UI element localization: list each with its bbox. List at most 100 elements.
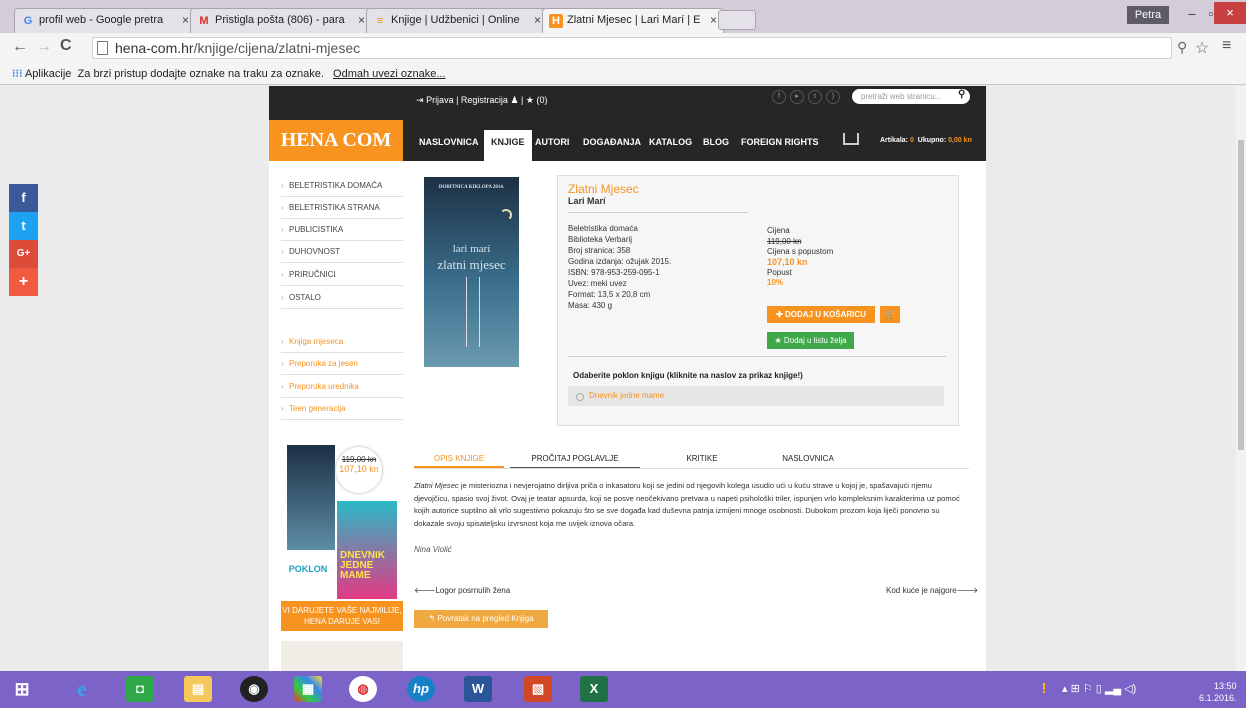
close-icon[interactable]: × (710, 13, 717, 27)
nav-knjige[interactable]: KNJIGE (484, 130, 532, 161)
add-to-wishlist-button[interactable]: ★ Dodaj u listu želja (767, 332, 854, 349)
category-link[interactable]: DUHOVNOST (281, 241, 403, 263)
tab-naslovnica[interactable]: NASLOVNICA (768, 450, 848, 468)
star-icon[interactable]: ☆ (1195, 38, 1209, 58)
price-new: 107,10 kn (767, 257, 808, 267)
book-author[interactable]: Lari Marí (568, 196, 606, 206)
discount-label: Cijena s popustom (767, 247, 834, 256)
next-book-link[interactable]: Kod kuće je najgore🡒 (886, 585, 978, 595)
promo-banner-2[interactable] (281, 641, 403, 671)
address-input[interactable]: hena-com.hr/knjige/cijena/zlatni-mjesec (92, 37, 1172, 59)
special-link[interactable]: Knjiga mjeseca (281, 331, 403, 353)
close-icon[interactable]: × (358, 13, 365, 27)
reload-icon[interactable]: C (60, 37, 72, 55)
login-link[interactable]: Prijava (426, 95, 454, 105)
browser-tab[interactable]: M Pristigla pošta (806) - para × (190, 8, 372, 33)
book-detail: Broj stranica: 358 (568, 246, 631, 255)
browser-tab[interactable]: ≡ Knjige | Udžbenici | Online × (366, 8, 548, 33)
powerpoint-icon[interactable]: ▧ (524, 676, 552, 702)
book-detail: Biblioteka Verbarij (568, 235, 633, 244)
menu-icon[interactable]: ≡ (1222, 37, 1231, 55)
ie-icon[interactable]: e (68, 676, 96, 702)
promo-poklon-badge: POKLON (283, 555, 333, 583)
book-cover[interactable]: DOBITNICA KIKLOPA 2014. lari marí zlatni… (424, 177, 519, 367)
tab-title: Knjige | Udžbenici | Online (391, 14, 520, 26)
cover-title: zlatni mjesec (437, 257, 506, 272)
store-icon[interactable]: ◘ (126, 676, 154, 702)
plus-icon: ✚ (776, 310, 786, 319)
tab-title: Pristigla pošta (806) - para (215, 14, 345, 26)
back-arrow-icon[interactable]: ← (12, 38, 28, 56)
book-detail: Godina izdanja: ožujak 2015. (568, 257, 672, 266)
list-icon: ≡ (376, 15, 384, 27)
tab-kritike[interactable]: KRITIKE (672, 450, 732, 468)
nav-foreign-rights[interactable]: FOREIGN RIGHTS (734, 130, 826, 154)
category-link[interactable]: PUBLICISTIKA (281, 219, 403, 241)
tab-opis-knjige[interactable]: OPIS KNJIGE (414, 450, 504, 468)
import-bookmarks-link[interactable]: Odmah uvezi oznake... (333, 68, 446, 80)
nav-blog[interactable]: BLOG (696, 130, 736, 154)
wishlist-star-icon[interactable]: ★ (526, 95, 534, 105)
rss-icon[interactable]: ) (826, 90, 840, 104)
word-icon[interactable]: W (464, 676, 492, 702)
hena-icon: H (549, 14, 563, 28)
twitter-icon[interactable]: t (808, 90, 822, 104)
tray-icons[interactable]: ▴ ⊞ ⚐ ▯ ▂▄ ◁) (1062, 682, 1136, 695)
media-icon[interactable]: ◉ (240, 676, 268, 702)
zoom-icon[interactable]: ⚲ (1177, 39, 1187, 56)
profile-button[interactable]: Petra (1127, 6, 1169, 24)
nav-katalog[interactable]: KATALOG (642, 130, 699, 154)
promo-caption[interactable]: VI DARUJETE VAŠE NAJMILIJE, HENA DARUJE … (281, 601, 403, 631)
category-link[interactable]: OSTALO (281, 287, 403, 309)
special-link[interactable]: Preporuka urednika (281, 376, 403, 398)
photos-icon[interactable]: ▦ (294, 676, 322, 702)
special-link[interactable]: Preporuka za jesen (281, 353, 403, 375)
back-to-books-button[interactable]: ↰ Povratak na pregled Knjiga (414, 610, 548, 628)
googleplus-share-icon[interactable]: G+ (9, 240, 38, 268)
windows-start-icon[interactable]: ⊞ (8, 676, 36, 702)
add-to-cart-button[interactable]: ✚ DODAJ U KOŠARICU (767, 306, 875, 323)
nav-naslovnica[interactable]: NASLOVNICA (412, 130, 486, 154)
notification-alert-icon[interactable]: ! (1030, 676, 1058, 702)
facebook-share-icon[interactable]: f (9, 184, 38, 212)
window-close-icon[interactable]: × (1214, 2, 1246, 24)
tab-procitaj-poglavlje[interactable]: PROČITAJ POGLAVLJE (510, 450, 640, 468)
category-link[interactable]: BELETRISTIKA DOMAĆA (281, 175, 403, 197)
forward-arrow-icon[interactable]: → (36, 38, 52, 56)
flickr-icon[interactable]: ▸ (790, 90, 804, 104)
cart-items-label: Artikala: (880, 137, 909, 144)
category-link[interactable]: BELETRISTIKA STRANA (281, 197, 403, 219)
chrome-icon[interactable]: ◍ (349, 676, 377, 702)
cart-button-icon[interactable]: 🛒 (880, 306, 900, 323)
cover-award: DOBITNICA KIKLOPA 2014. (438, 185, 505, 190)
gift-option-radio[interactable]: Dnevnik jedne mame (568, 386, 944, 406)
scrollbar-thumb[interactable] (1238, 140, 1244, 450)
taskbar-clock[interactable]: 13:50 6.1.2016. (1199, 680, 1237, 704)
file-explorer-icon[interactable]: ▤ (184, 676, 212, 702)
facebook-icon[interactable]: f (772, 90, 786, 104)
prev-book-link[interactable]: 🡐Logor posrnulih žena (414, 585, 510, 595)
url-path: /knjige/cijena/zlatni-mjesec (193, 40, 361, 56)
browser-tab[interactable]: Gprofil web - Google pretra × (14, 8, 196, 33)
gmail-icon: M (199, 15, 209, 27)
more-share-icon[interactable]: + (9, 268, 38, 296)
apps-label[interactable]: Aplikacije (25, 68, 71, 80)
twitter-share-icon[interactable]: t (9, 212, 38, 240)
cart-icon[interactable] (843, 133, 859, 145)
close-icon[interactable]: × (534, 13, 541, 27)
special-link[interactable]: Teen generacija (281, 398, 403, 420)
hp-icon[interactable]: hp (407, 676, 435, 702)
search-icon[interactable]: ⚲ (958, 89, 965, 100)
close-icon[interactable]: × (182, 13, 189, 27)
excel-icon[interactable]: X (580, 676, 608, 702)
register-link[interactable]: Registracija (461, 95, 508, 105)
category-link[interactable]: PRIRUČNICI (281, 264, 403, 286)
browser-tab-active[interactable]: H Zlatni Mjesec | Lari Marí | E × (542, 8, 724, 33)
new-tab-button[interactable] (718, 10, 756, 30)
tab-title: profil web - Google pretra (39, 14, 164, 26)
nav-dogadanja[interactable]: DOGAĐANJA (576, 130, 648, 154)
nav-autori[interactable]: AUTORI (528, 130, 576, 154)
promo-old-price: 119,00 kn (341, 455, 377, 464)
site-logo[interactable]: HENA COM (269, 120, 403, 161)
site-search-input[interactable]: pretraži web stranicu... (852, 89, 970, 104)
